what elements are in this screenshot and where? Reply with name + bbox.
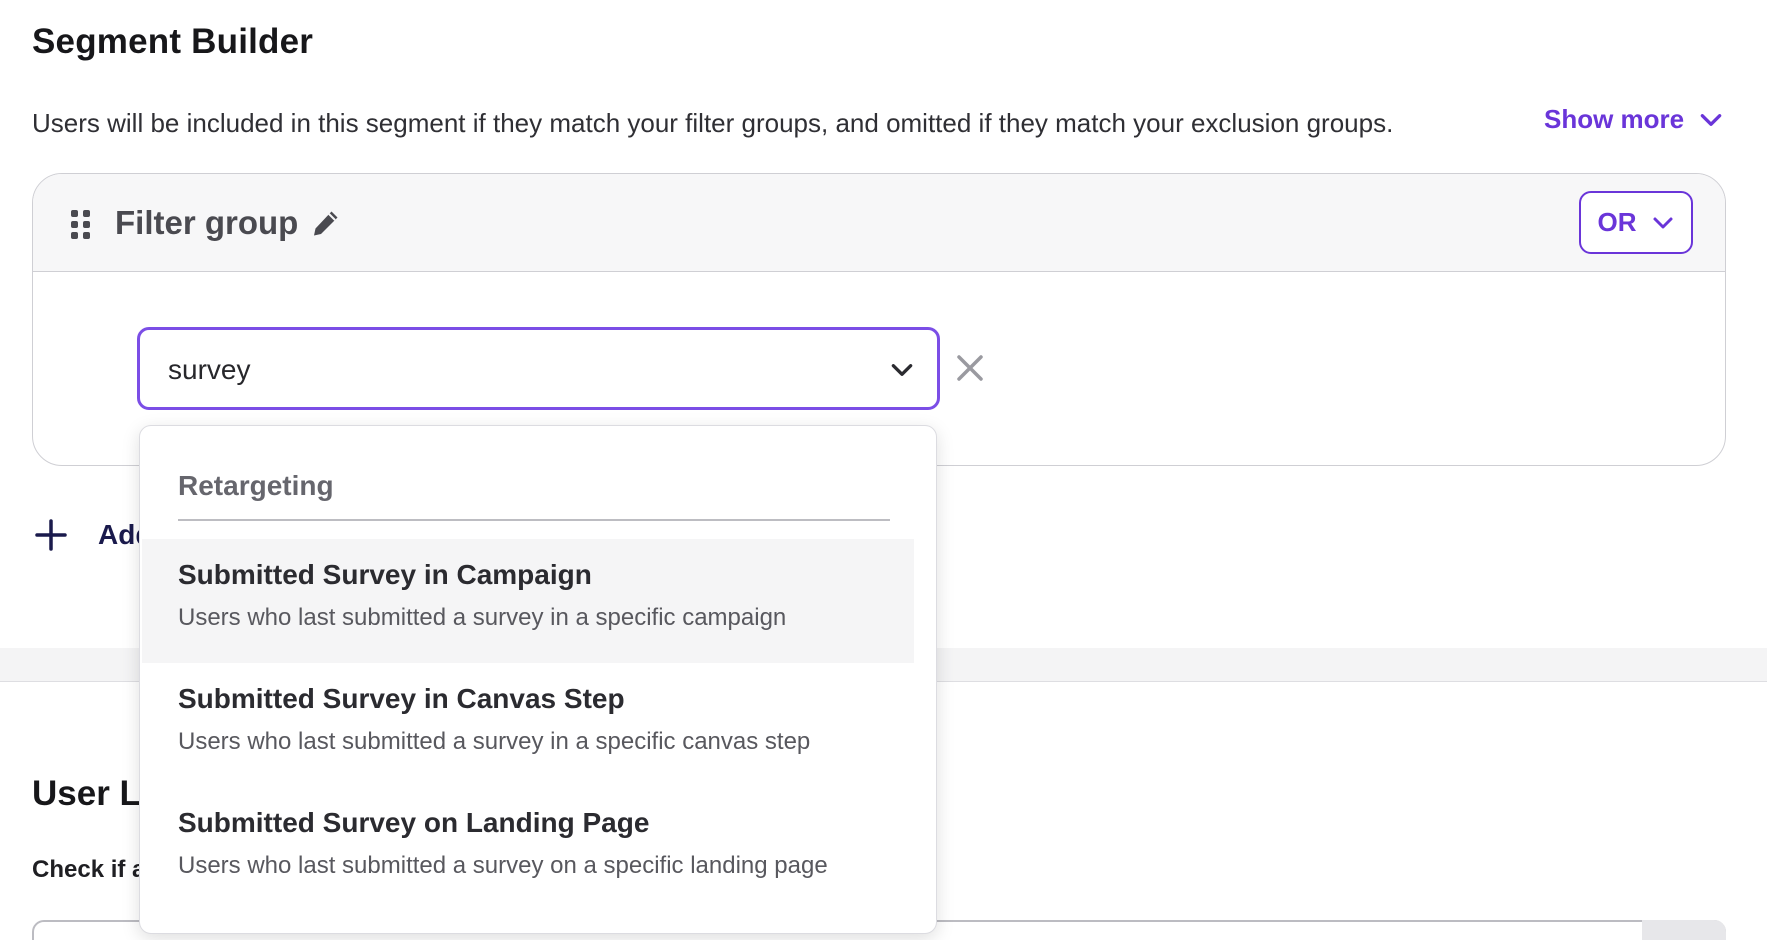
pencil-icon[interactable] — [309, 208, 341, 240]
dropdown-group-label: Retargeting — [178, 470, 334, 501]
option-title: Submitted Survey in Canvas Step — [178, 683, 625, 714]
chevron-down-icon — [1653, 217, 1672, 228]
operator-dropdown[interactable]: OR — [1579, 191, 1693, 254]
show-more-button[interactable]: Show more — [1544, 104, 1724, 135]
dropdown-divider — [178, 519, 890, 521]
option-title: Submitted Survey on Landing Page — [178, 807, 650, 838]
user-lookup-subtitle: Check if a — [32, 856, 146, 883]
option-description: Users who last submitted a survey in a s… — [178, 604, 787, 631]
filter-group-title: Filter group — [115, 204, 299, 241]
page-title: Segment Builder — [32, 22, 314, 61]
show-more-label: Show more — [1544, 104, 1685, 134]
dropdown-option-submitted-survey-campaign[interactable]: Submitted Survey in Campaign Users who l… — [142, 539, 914, 663]
drag-handle-icon[interactable] — [71, 210, 91, 240]
option-description: Users who last submitted a survey in a s… — [178, 728, 811, 755]
plus-icon — [35, 519, 67, 551]
filter-group-header: Filter group OR — [33, 174, 1725, 272]
chevron-down-icon — [1700, 113, 1722, 126]
filter-dropdown-menu: Retargeting Submitted Survey in Campaign… — [139, 425, 937, 934]
operator-label: OR — [1597, 207, 1637, 237]
add-filter-group-button[interactable]: Add — [34, 518, 152, 552]
filter-group-card: Filter group OR — [32, 173, 1726, 466]
dropdown-option-submitted-survey-canvas-step[interactable]: Submitted Survey in Canvas Step Users wh… — [142, 663, 914, 787]
filter-search-value: survey — [168, 354, 251, 385]
user-lookup-title: User L — [32, 774, 141, 813]
close-icon[interactable] — [954, 352, 986, 384]
option-title: Submitted Survey in Campaign — [178, 559, 592, 590]
option-description: Users who last submitted a survey on a s… — [178, 852, 828, 879]
user-lookup-button[interactable] — [1642, 920, 1726, 940]
segment-description: Users will be included in this segment i… — [32, 108, 1394, 138]
chevron-down-icon[interactable] — [889, 357, 915, 383]
dropdown-option-submitted-survey-landing-page[interactable]: Submitted Survey on Landing Page Users w… — [142, 787, 914, 911]
filter-search-select[interactable]: survey — [137, 327, 940, 410]
